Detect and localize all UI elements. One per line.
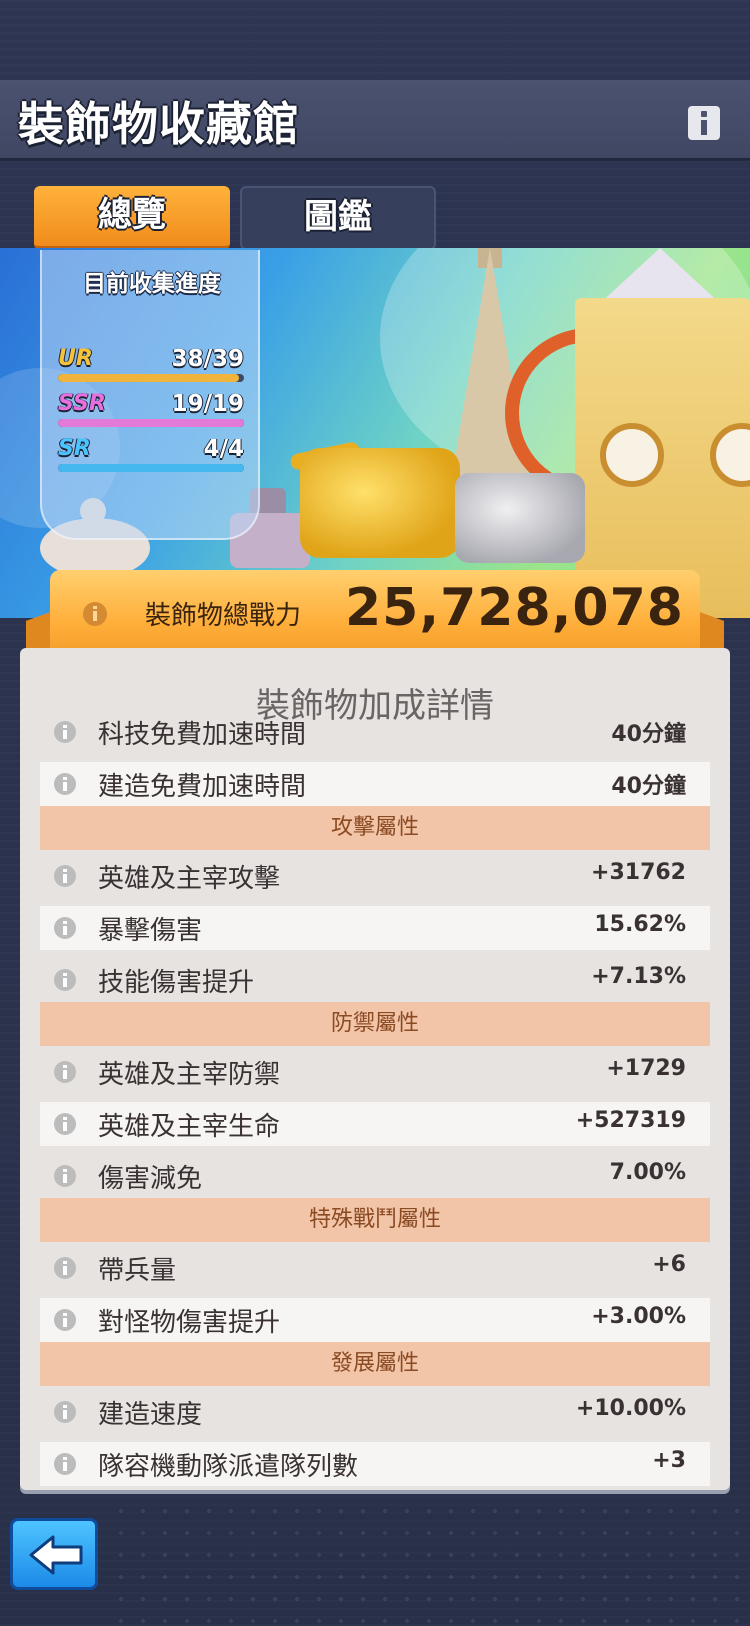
bonus-details-panel[interactable]: 裝飾物加成詳情 科技免費加速時間 40分鐘 建造免費加速時間 40分鐘 攻擊屬性 英雄及主… (20, 648, 730, 1490)
bonus-row: 技能傷害提升 +7.13% (40, 958, 710, 1002)
section-header: 發展屬性 (40, 1342, 710, 1386)
bonus-value: +3.00% (591, 1304, 686, 1329)
bonus-row: 對怪物傷害提升 +3.00% (40, 1298, 710, 1342)
clock-face (600, 423, 664, 487)
info-icon[interactable] (54, 721, 76, 743)
info-icon[interactable] (54, 1401, 76, 1423)
bonus-row: 隊容機動隊派遣隊列數 +3 (40, 1442, 710, 1486)
bonus-row: 科技免費加速時間 40分鐘 (40, 710, 710, 754)
footer-pattern (110, 1500, 750, 1626)
bonus-value: +31762 (591, 860, 686, 885)
info-icon[interactable] (54, 1257, 76, 1279)
bonus-label: 英雄及主宰防禦 (98, 1060, 281, 1090)
bonus-value: 7.00% (609, 1160, 686, 1185)
silver-jeep-decoration (455, 473, 585, 563)
progress-row-ur: UR 38/39 (58, 346, 244, 386)
bonus-row: 英雄及主宰攻擊 +31762 (40, 854, 710, 898)
bonus-value: 15.62% (594, 912, 686, 937)
bonus-row: 英雄及主宰防禦 +1729 (40, 1050, 710, 1094)
bonus-value: +3 (652, 1448, 686, 1473)
bonus-value: 40分鐘 (611, 722, 686, 747)
total-power-label: 裝飾物總戰力 (145, 601, 302, 631)
bonus-value: +527319 (575, 1108, 686, 1133)
rarity-label: UR (58, 346, 93, 371)
bonus-value: +1729 (606, 1056, 686, 1081)
collection-progress-panel: 目前收集進度 UR 38/39 SSR 19/19 SR 4/4 (40, 250, 260, 540)
page-title: 裝飾物收藏館 (18, 97, 300, 151)
info-icon[interactable] (54, 1061, 76, 1083)
progress-count: 19/19 (171, 391, 244, 417)
progress-row-ssr: SSR 19/19 (58, 391, 244, 431)
rarity-label: SR (58, 436, 91, 461)
info-icon[interactable] (54, 1165, 76, 1187)
progress-count: 4/4 (203, 436, 244, 462)
info-icon[interactable] (54, 773, 76, 795)
progress-title: 目前收集進度 (83, 271, 221, 297)
bonus-row: 建造速度 +10.00% (40, 1390, 710, 1434)
bonus-value: +7.13% (591, 964, 686, 989)
progress-bar (58, 464, 244, 472)
bonus-label: 暴擊傷害 (98, 916, 203, 946)
bonus-value: +10.00% (575, 1396, 686, 1421)
progress-fill (58, 374, 240, 382)
info-icon[interactable] (54, 969, 76, 991)
tab-catalog[interactable]: 圖鑑 (240, 186, 436, 250)
progress-fill (58, 464, 244, 472)
info-icon[interactable] (688, 106, 720, 140)
section-header: 特殊戰鬥屬性 (40, 1198, 710, 1242)
progress-bar (58, 419, 244, 427)
progress-bar (58, 374, 244, 382)
bonus-row: 帶兵量 +6 (40, 1246, 710, 1290)
bonus-value: +6 (652, 1252, 686, 1277)
tab-overview[interactable]: 總覽 (34, 186, 230, 250)
bonus-row: 傷害減免 7.00% (40, 1154, 710, 1198)
bonus-row: 暴擊傷害 15.62% (40, 906, 710, 950)
bonus-label: 技能傷害提升 (98, 968, 255, 998)
progress-row-sr: SR 4/4 (58, 436, 244, 476)
bonus-label: 隊容機動隊派遣隊列數 (98, 1452, 359, 1482)
bonus-label: 英雄及主宰生命 (98, 1112, 281, 1142)
back-arrow-icon (29, 1535, 83, 1575)
bonus-label: 建造免費加速時間 (98, 772, 307, 802)
bonus-label: 科技免費加速時間 (98, 720, 307, 750)
section-header: 攻擊屬性 (40, 806, 710, 850)
info-icon[interactable] (54, 1113, 76, 1135)
total-power-value: 25,728,078 (345, 578, 684, 638)
info-icon[interactable] (54, 917, 76, 939)
info-icon[interactable] (54, 1309, 76, 1331)
rarity-label: SSR (58, 391, 106, 416)
bonus-label: 英雄及主宰攻擊 (98, 864, 281, 894)
bonus-row: 英雄及主宰生命 +527319 (40, 1102, 710, 1146)
bonus-row: 建造免費加速時間 40分鐘 (40, 762, 710, 806)
info-icon[interactable] (54, 1453, 76, 1475)
info-icon[interactable] (83, 602, 107, 626)
bonus-label: 建造速度 (98, 1400, 203, 1430)
progress-fill (58, 419, 244, 427)
bonus-value: 40分鐘 (611, 774, 686, 799)
back-button[interactable] (10, 1518, 98, 1590)
golden-tank-decoration (300, 448, 460, 558)
section-header: 防禦屬性 (40, 1002, 710, 1046)
bonus-label: 對怪物傷害提升 (98, 1308, 281, 1338)
bonus-label: 帶兵量 (98, 1256, 177, 1286)
progress-count: 38/39 (171, 346, 244, 372)
info-icon[interactable] (54, 865, 76, 887)
bonus-label: 傷害減免 (98, 1164, 203, 1194)
